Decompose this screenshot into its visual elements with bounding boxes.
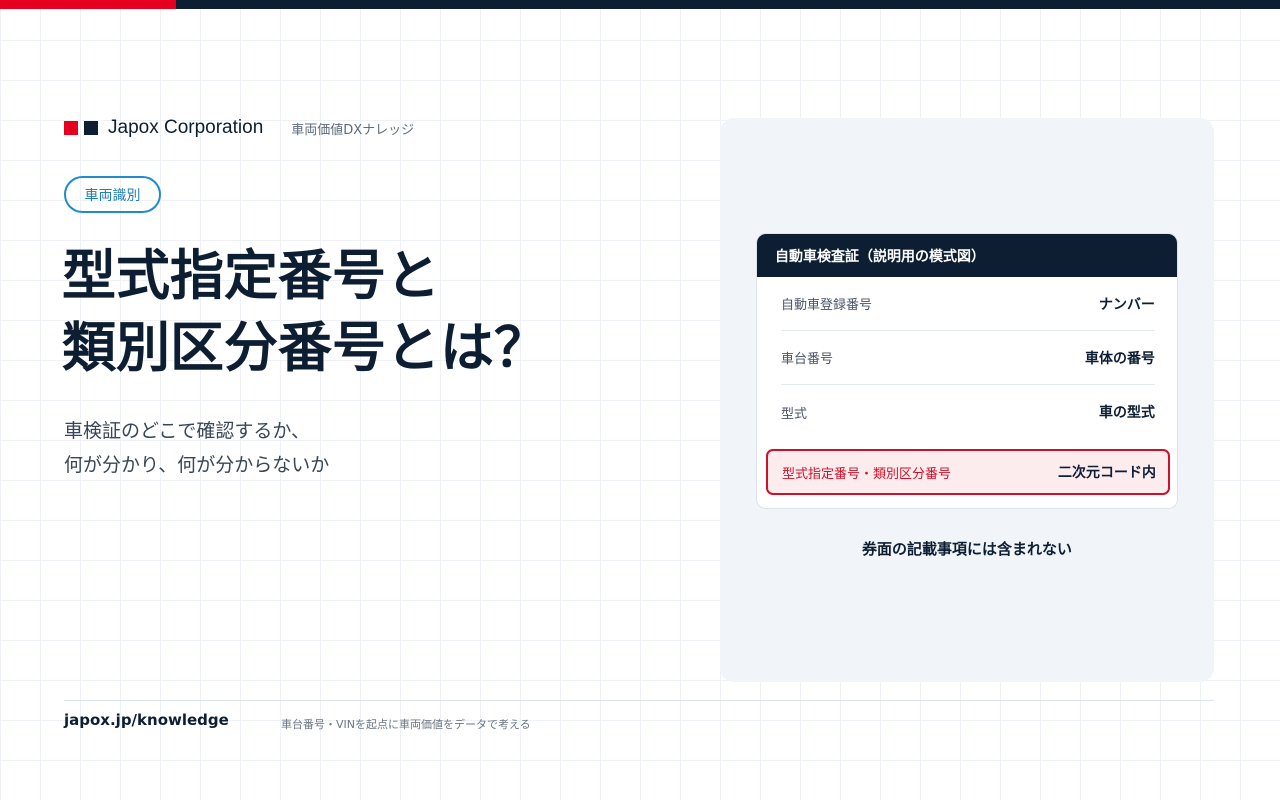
row-value: 車体の番号 <box>1085 350 1155 367</box>
page-title-line-1: 型式指定番号と <box>62 244 440 307</box>
row-label: 型式 <box>781 406 808 422</box>
category-tag: 車両識別 <box>64 176 161 213</box>
card-row-model: 型式 車の型式 <box>781 385 1155 439</box>
top-accent-bar <box>0 0 1280 9</box>
footer-divider <box>64 700 1214 701</box>
card-header: 自動車検査証（説明用の模式図） <box>757 234 1177 277</box>
panel-note: 券面の記載事項には含まれない <box>861 540 1072 558</box>
page-title-line-2: 類別区分番号とは？ <box>62 316 548 379</box>
card-row-highlight: 型式指定番号・類別区分番号 二次元コード内 <box>766 449 1170 495</box>
brand-header: Japox Corporation 車両価値DXナレッジ <box>64 114 414 142</box>
page-subtitle-line-2: 何が分かり、何が分からないか <box>64 454 330 476</box>
illustration-panel: 自動車検査証（説明用の模式図） 自動車登録番号 ナンバー 車台番号 車体の番号 … <box>720 118 1214 682</box>
brand-name: Japox Corporation <box>108 117 264 138</box>
highlight-label: 型式指定番号・類別区分番号 <box>782 466 952 482</box>
page-subtitle: 車検証のどこで確認するか、 何が分かり、何が分からないか <box>64 414 624 482</box>
row-label: 車台番号 <box>781 352 834 367</box>
footer-tagline: 車台番号・VINを起点に車両価値をデータで考える <box>281 718 531 731</box>
page-subtitle-line-1: 車検証のどこで確認するか、 <box>64 420 311 442</box>
inspection-certificate-card: 自動車検査証（説明用の模式図） 自動車登録番号 ナンバー 車台番号 車体の番号 … <box>756 233 1178 509</box>
highlight-value: 二次元コード内 <box>1058 465 1156 481</box>
row-label: 自動車登録番号 <box>781 298 873 313</box>
row-value: ナンバー <box>1099 296 1155 313</box>
card-row-chassis-number: 車台番号 車体の番号 <box>781 331 1155 385</box>
logo-red-square <box>64 121 78 135</box>
top-accent-bar-red <box>0 0 176 9</box>
footer-url: japox.jp/knowledge <box>64 711 229 729</box>
page-title: 型式指定番号と 類別区分番号とは？ <box>62 240 682 384</box>
card-row-registration-number: 自動車登録番号 ナンバー <box>781 277 1155 331</box>
logo-navy-square <box>84 121 98 135</box>
row-value: 車の型式 <box>1099 405 1155 421</box>
brand-subtitle: 車両価値DXナレッジ <box>291 122 415 138</box>
